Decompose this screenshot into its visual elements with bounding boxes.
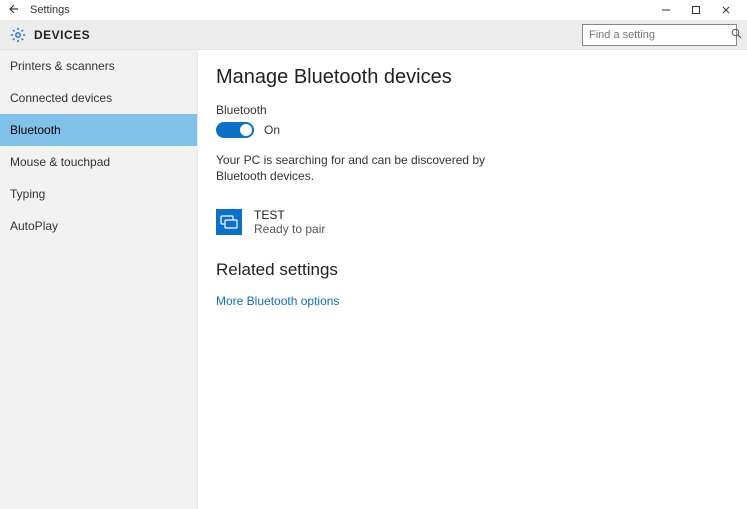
header-title: DEVICES <box>34 28 90 42</box>
gear-icon <box>10 27 26 43</box>
sidebar-item-printers-scanners[interactable]: Printers & scanners <box>0 50 197 82</box>
device-status: Ready to pair <box>254 222 325 236</box>
device-name: TEST <box>254 208 325 222</box>
window-title: Settings <box>30 4 70 16</box>
maximize-button[interactable] <box>681 1 711 19</box>
back-button[interactable] <box>6 3 20 18</box>
sidebar-item-connected-devices[interactable]: Connected devices <box>0 82 197 114</box>
bluetooth-toggle-label: Bluetooth <box>216 103 729 117</box>
sidebar-item-autoplay[interactable]: AutoPlay <box>0 210 197 242</box>
search-input[interactable] <box>589 29 731 41</box>
bluetooth-toggle[interactable] <box>216 122 254 138</box>
more-bluetooth-options-link[interactable]: More Bluetooth options <box>216 294 729 308</box>
bluetooth-toggle-state: On <box>264 123 280 137</box>
device-item[interactable]: TEST Ready to pair <box>216 208 729 236</box>
titlebar: Settings <box>0 0 747 20</box>
close-button[interactable] <box>711 1 741 19</box>
sidebar-item-mouse-touchpad[interactable]: Mouse & touchpad <box>0 146 197 178</box>
device-icon <box>216 209 242 235</box>
sidebar-item-typing[interactable]: Typing <box>0 178 197 210</box>
minimize-button[interactable] <box>651 1 681 19</box>
related-settings-title: Related settings <box>216 260 729 280</box>
header-bar: DEVICES <box>0 20 747 50</box>
page-title: Manage Bluetooth devices <box>216 66 729 89</box>
status-text: Your PC is searching for and can be disc… <box>216 152 486 184</box>
main-content: Manage Bluetooth devices Bluetooth On Yo… <box>198 50 747 509</box>
search-box[interactable] <box>582 24 737 46</box>
sidebar-item-bluetooth[interactable]: Bluetooth <box>0 114 197 146</box>
window-controls <box>651 1 741 19</box>
sidebar: Printers & scannersConnected devicesBlue… <box>0 50 198 509</box>
search-icon[interactable] <box>731 28 742 42</box>
